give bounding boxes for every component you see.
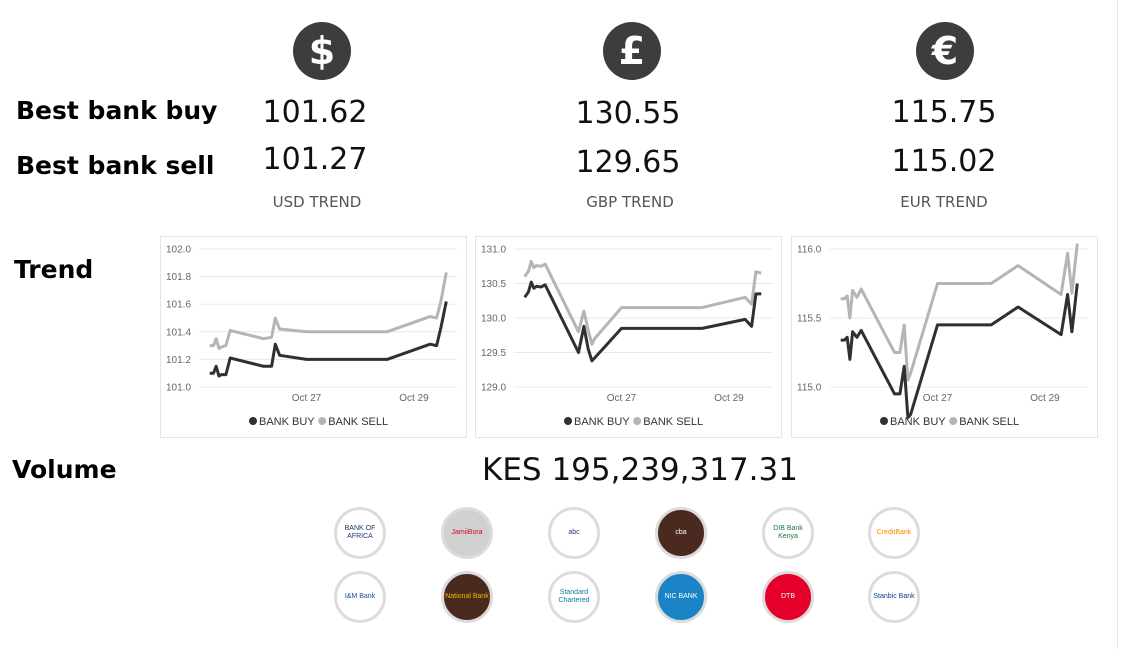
eur-buy-rate: 115.75 [891,95,997,130]
y-tick-label: 131.0 [481,245,506,256]
euro-icon: € [916,22,974,80]
gbp-trend-svg: 129.0 129.5 130.0 130.5 131.0 Oct 27 Oct 29 BAN… [481,245,772,428]
y-tick-label: 101.8 [166,272,191,283]
pound-icon: £ [603,22,661,80]
usd-sell-rate: 101.27 [262,142,368,177]
dollar-icon: $ [293,22,351,80]
y-tick-label: 102.0 [166,245,191,256]
legend-label: BANK SELL [328,416,388,428]
bank-buy-line [209,301,448,378]
y-tick-label: 101.4 [166,327,191,338]
stanbic-bank-logo[interactable]: Stanbic Bank [868,571,920,623]
legend-label: BANK BUY [890,416,946,428]
dtb-logo[interactable]: DTB [762,571,814,623]
volume-label: Volume [12,455,117,484]
dib-bank-logo[interactable]: DIB Bank Kenya [762,507,814,559]
best-buy-label: Best bank buy [16,96,218,125]
trend-label: Trend [14,255,94,284]
legend-label: BANK SELL [959,416,1019,428]
eur-trend-chart[interactable]: 115.0 115.5 116.0 Oct 27 Oct 29 BANK BUY BANK … [791,236,1098,438]
im-bank-logo[interactable]: I&M Bank [334,571,386,623]
eur-trend-svg: 115.0 115.5 116.0 Oct 27 Oct 29 BANK BUY BANK … [797,243,1088,428]
bank-sell-line [523,259,762,346]
x-tick-label: Oct 29 [399,393,429,404]
gbp-trend-chart[interactable]: 129.0 129.5 130.0 130.5 131.0 Oct 27 Oct 29 BAN… [475,236,782,438]
y-tick-label: 101.6 [166,300,191,311]
gbp-sell-rate: 129.65 [575,145,681,180]
right-divider [1117,0,1118,649]
eur-trend-title: EUR TREND [900,193,988,211]
standard-chartered-logo[interactable]: Standard Chartered [548,571,600,623]
y-tick-label: 116.0 [797,245,822,256]
y-tick-label: 115.0 [797,383,822,394]
gbp-trend-title: GBP TREND [586,193,674,211]
legend-marker [318,417,327,425]
cba-logo[interactable]: cba [655,507,707,559]
usd-trend-title: USD TREND [272,193,362,211]
y-tick-label: 130.5 [481,279,506,290]
legend-label: BANK SELL [643,416,703,428]
x-tick-label: Oct 29 [714,393,744,404]
volume-value: KES 195,239,317.31 [482,452,798,488]
legend-label: BANK BUY [574,416,630,428]
legend-marker [564,417,572,425]
y-tick-label: 129.5 [481,348,506,359]
credit-bank-logo[interactable]: CreditBank [868,507,920,559]
y-tick-label: 101.0 [166,383,191,394]
legend-marker [249,417,257,425]
x-tick-label: Oct 27 [923,393,953,404]
y-tick-label: 115.5 [797,314,822,325]
usd-buy-rate: 101.62 [262,95,368,130]
usd-trend-chart[interactable]: 101.0 101.2 101.4 101.6 101.8 102.0 Oct 27 Oct … [160,236,467,438]
usd-trend-svg: 101.0 101.2 101.4 101.6 101.8 102.0 Oct 27 Oct … [166,245,457,428]
x-tick-label: Oct 27 [607,393,637,404]
legend-marker [949,417,958,425]
x-tick-label: Oct 27 [292,393,322,404]
jamii-bora-logo[interactable]: JamiiBora [441,507,493,559]
eur-sell-rate: 115.02 [891,144,997,179]
nic-bank-logo[interactable]: NIC BANK [655,571,707,623]
legend-marker [633,417,642,425]
legend-label: BANK BUY [259,416,315,428]
bank-of-africa-logo[interactable]: BANK OF AFRICA [334,507,386,559]
best-sell-label: Best bank sell [16,151,215,180]
x-tick-label: Oct 29 [1030,393,1060,404]
legend-marker [880,417,888,425]
y-tick-label: 130.0 [481,314,506,325]
national-bank-logo[interactable]: National Bank [441,571,493,623]
gbp-buy-rate: 130.55 [575,96,681,131]
bank-sell-line [209,272,448,350]
y-tick-label: 129.0 [481,383,506,394]
abc-bank-logo[interactable]: abc [548,507,600,559]
y-tick-label: 101.2 [166,355,191,366]
